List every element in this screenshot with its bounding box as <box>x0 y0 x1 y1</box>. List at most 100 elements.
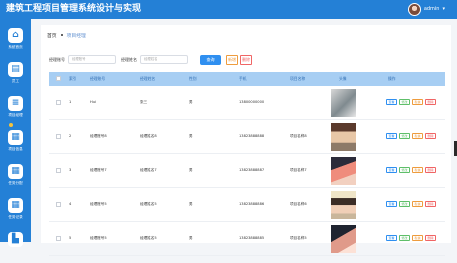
account-label: 经理账号 <box>49 56 65 62</box>
cell-phone: 13823888888 <box>239 134 265 138</box>
table-row[interactable]: 3 经理账号7 经理姓名7 男 13823888887 项目名称7 查看 修改 私信 删除 <box>49 154 445 188</box>
header-project: 项目名称 <box>290 76 306 81</box>
cell-name: 经理姓名8 <box>140 134 157 138</box>
avatar[interactable] <box>407 2 421 16</box>
grid-icon: ▦ <box>8 198 23 213</box>
folder-icon: ▙ <box>8 232 23 247</box>
message-button[interactable]: 私信 <box>412 99 423 105</box>
edit-button[interactable]: 修改 <box>399 99 410 105</box>
delete-button[interactable]: 删除 <box>240 54 252 65</box>
sidebar-item-3[interactable]: ▦ 项目信息 <box>0 125 31 161</box>
row-actions: 查看 修改 私信 删除 <box>386 99 436 105</box>
cell-account: 经理账号8 <box>90 134 107 138</box>
edit-button[interactable]: 修改 <box>399 167 410 173</box>
cell-project: 项目名称6 <box>290 202 307 206</box>
row-checkbox[interactable] <box>56 168 61 173</box>
edit-button[interactable]: 修改 <box>399 201 410 207</box>
cell-account: 经理账号5 <box>90 236 107 240</box>
manager-photo <box>331 225 356 253</box>
sidebar-item-label: 项目信息 <box>8 147 23 151</box>
header-actions: 操作 <box>388 76 396 81</box>
add-button[interactable]: 新增 <box>226 54 238 65</box>
sidebar-item-label: 员工 <box>11 79 20 83</box>
sidebar-item-label: 项目经理 <box>8 113 23 117</box>
row-delete-button[interactable]: 删除 <box>425 133 436 139</box>
view-button[interactable]: 查看 <box>386 201 397 207</box>
sidebar-item-label: 任务记录 <box>8 215 23 219</box>
table-body: 1 Hui 张三男 13800000000 查看 修改 私信 删除 2 经理账号8 经理姓名8 男 13… <box>49 86 445 256</box>
cell-index: 2 <box>69 134 72 138</box>
view-button[interactable]: 查看 <box>386 99 397 105</box>
header-index: 索引 <box>69 76 77 81</box>
row-delete-button[interactable]: 删除 <box>425 235 436 241</box>
breadcrumb-separator <box>60 34 63 36</box>
table-row[interactable]: 2 经理账号8 经理姓名8 男 13823888888 项目名称8 查看 修改 私信 删除 <box>49 120 445 154</box>
row-checkbox[interactable] <box>56 134 61 139</box>
grid-icon: ▦ <box>8 130 23 145</box>
message-button[interactable]: 私信 <box>412 167 423 173</box>
row-actions: 查看 修改 私信 删除 <box>386 167 436 173</box>
view-button[interactable]: 查看 <box>386 235 397 241</box>
cell-gender: 男 <box>189 236 193 240</box>
grid-icon: ▦ <box>8 164 23 179</box>
home-icon: ⌂ <box>8 28 23 43</box>
user-menu[interactable]: admin ▾ <box>407 2 445 16</box>
select-all-checkbox[interactable] <box>56 76 61 81</box>
sidebar-item-2[interactable]: ≡ 项目经理 <box>0 91 31 127</box>
content-card: 首页 项目经理 经理账号 经理账号 经理姓名 经理姓名 查询 新增 删除 索引 经… <box>41 25 451 256</box>
username[interactable]: admin <box>424 6 440 12</box>
sidebar-item-0[interactable]: ⌂ 系统首页 <box>0 23 31 59</box>
view-button[interactable]: 查看 <box>386 133 397 139</box>
cell-index: 3 <box>69 168 72 172</box>
message-button[interactable]: 私信 <box>412 201 423 207</box>
header-account: 经理账号 <box>90 76 106 81</box>
cell-gender: 男 <box>189 134 193 138</box>
cell-index: 1 <box>69 100 72 104</box>
table-row[interactable]: 1 Hui 张三 男 13800000000 查看 修改 私信 删除 <box>49 86 445 120</box>
cell-project: 项目名称7 <box>290 168 307 172</box>
name-input[interactable]: 经理姓名 <box>140 55 188 64</box>
cell-project: 项目名称8 <box>290 134 307 138</box>
row-checkbox[interactable] <box>56 202 61 207</box>
row-checkbox[interactable] <box>56 236 61 241</box>
sidebar-item-4[interactable]: ▦ 任务分配 <box>0 159 31 195</box>
row-delete-button[interactable]: 删除 <box>425 99 436 105</box>
cell-gender: 男 <box>189 100 193 104</box>
search-button[interactable]: 查询 <box>200 54 221 65</box>
message-button[interactable]: 私信 <box>412 133 423 139</box>
cell-phone: 13823888885 <box>239 236 265 240</box>
sidebar-item-label: 系统首页 <box>8 45 23 49</box>
sidebar-item-1[interactable]: ▤ 员工 <box>0 57 31 93</box>
sidebar-item-label: 任务分配 <box>8 181 23 185</box>
cell-name: 经理姓名7 <box>140 168 157 172</box>
table-row[interactable]: 4 经理账号5 经理姓名5 男 13823888886 项目名称6 查看 修改 私信 删除 <box>49 188 445 222</box>
edit-button[interactable]: 修改 <box>399 133 410 139</box>
table-row[interactable]: 5 经理账号5 经理姓名5 男 13823888885 项目名称5 查看 修改 私信 删除 <box>49 222 445 256</box>
search-bar: 经理账号 经理账号 经理姓名 经理姓名 查询 新增 删除 <box>49 54 252 65</box>
cell-index: 5 <box>69 236 72 240</box>
message-button[interactable]: 私信 <box>412 235 423 241</box>
row-delete-button[interactable]: 删除 <box>425 167 436 173</box>
chevron-down-icon[interactable]: ▾ <box>442 6 445 12</box>
header-name: 经理姓名 <box>140 76 156 81</box>
row-delete-button[interactable]: 删除 <box>425 201 436 207</box>
manager-photo <box>331 123 356 151</box>
manager-photo <box>331 157 356 185</box>
sidebar-item-6[interactable]: ▙ <box>0 227 31 263</box>
view-button[interactable]: 查看 <box>386 167 397 173</box>
row-actions: 查看 修改 私信 删除 <box>386 201 436 207</box>
cell-name: 张三 <box>140 100 148 104</box>
name-label: 经理姓名 <box>121 56 137 62</box>
cell-gender: 男 <box>189 168 193 172</box>
edit-button[interactable]: 修改 <box>399 235 410 241</box>
table-header: 索引 经理账号 经理姓名 性别 手机 项目名称 头像 操作 <box>49 72 445 86</box>
manager-photo <box>331 191 356 219</box>
breadcrumb-home[interactable]: 首页 <box>47 34 57 39</box>
account-input[interactable]: 经理账号 <box>68 55 116 64</box>
list-icon: ≡ <box>8 96 23 111</box>
header-photo: 头像 <box>339 76 347 81</box>
cell-phone: 13823888886 <box>239 202 265 206</box>
row-checkbox[interactable] <box>56 100 61 105</box>
breadcrumb-current: 项目经理 <box>66 34 86 39</box>
sidebar-item-5[interactable]: ▦ 任务记录 <box>0 193 31 229</box>
